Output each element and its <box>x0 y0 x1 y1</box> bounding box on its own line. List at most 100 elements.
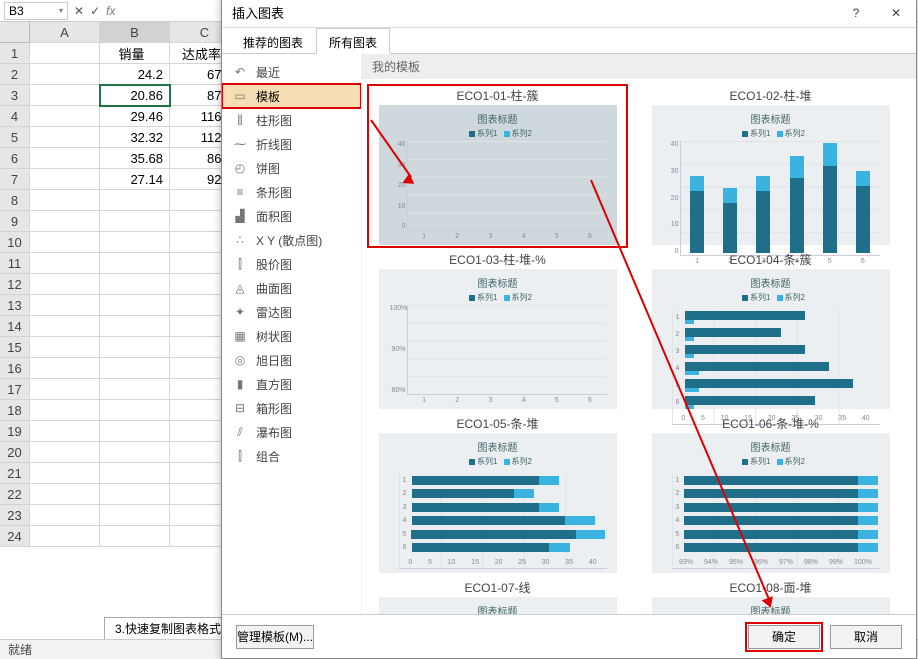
cell[interactable] <box>30 442 100 463</box>
category-item[interactable]: ⫽瀑布图 <box>222 420 361 444</box>
cell[interactable] <box>100 253 170 274</box>
cell[interactable] <box>100 274 170 295</box>
cell[interactable] <box>30 274 100 295</box>
row-header[interactable]: 21 <box>0 463 30 484</box>
row-header[interactable]: 16 <box>0 358 30 379</box>
row-header[interactable]: 15 <box>0 337 30 358</box>
cell[interactable] <box>100 484 170 505</box>
category-item[interactable]: ▟面积图 <box>222 204 361 228</box>
cell[interactable] <box>30 421 100 442</box>
select-all-corner[interactable] <box>0 22 30 43</box>
cell[interactable] <box>30 169 100 190</box>
ok-button[interactable]: 确定 <box>748 625 820 649</box>
template-item[interactable]: ECO1-01-柱-簇图表标题系列1系列2403020100123456 <box>370 87 625 245</box>
row-header[interactable]: 6 <box>0 148 30 169</box>
category-item[interactable]: ▮直方图 <box>222 372 361 396</box>
cell[interactable] <box>30 358 100 379</box>
row-header[interactable]: 23 <box>0 505 30 526</box>
category-item[interactable]: ◴饼图 <box>222 156 361 180</box>
cell[interactable] <box>30 127 100 148</box>
cell[interactable] <box>100 337 170 358</box>
row-header[interactable]: 22 <box>0 484 30 505</box>
help-button[interactable]: ? <box>836 0 876 27</box>
cell[interactable] <box>30 379 100 400</box>
template-item[interactable]: ECO1-04-条-簇图表标题系列1系列21234560510152025303… <box>643 251 898 409</box>
cell[interactable] <box>30 526 100 547</box>
cell[interactable]: 29.46 <box>100 106 170 127</box>
cell[interactable] <box>30 400 100 421</box>
close-button[interactable]: ✕ <box>876 0 916 27</box>
row-header[interactable]: 19 <box>0 421 30 442</box>
cell[interactable] <box>100 421 170 442</box>
dialog-titlebar[interactable]: 插入图表 ? ✕ <box>222 0 916 28</box>
row-header[interactable]: 12 <box>0 274 30 295</box>
template-item[interactable]: ECO1-05-条-堆图表标题系列1系列21234560510152025303… <box>370 415 625 573</box>
tab-recommended[interactable]: 推荐的图表 <box>230 28 316 53</box>
cell[interactable] <box>100 400 170 421</box>
category-item[interactable]: ▭模板 <box>222 84 361 108</box>
cell[interactable] <box>30 463 100 484</box>
cell[interactable]: 35.68 <box>100 148 170 169</box>
category-item[interactable]: ↶最近 <box>222 60 361 84</box>
cell[interactable] <box>30 148 100 169</box>
row-header[interactable]: 9 <box>0 211 30 232</box>
template-gallery[interactable]: ECO1-01-柱-簇图表标题系列1系列2403020100123456ECO1… <box>362 79 916 614</box>
row-header[interactable]: 10 <box>0 232 30 253</box>
manage-templates-button[interactable]: 管理模板(M)... <box>236 625 314 649</box>
cell[interactable]: 24.2 <box>100 64 170 85</box>
cell[interactable]: 20.86 <box>100 85 170 106</box>
row-header[interactable]: 4 <box>0 106 30 127</box>
category-item[interactable]: ▦树状图 <box>222 324 361 348</box>
row-header[interactable]: 8 <box>0 190 30 211</box>
cell[interactable] <box>100 379 170 400</box>
cell[interactable] <box>100 190 170 211</box>
col-header[interactable]: A <box>30 22 100 43</box>
cell[interactable] <box>30 106 100 127</box>
fx-icon[interactable]: fx <box>106 4 115 18</box>
cell[interactable] <box>100 526 170 547</box>
cell[interactable] <box>100 463 170 484</box>
cell[interactable] <box>100 295 170 316</box>
row-header[interactable]: 13 <box>0 295 30 316</box>
row-header[interactable]: 14 <box>0 316 30 337</box>
cell[interactable] <box>30 484 100 505</box>
row-header[interactable]: 24 <box>0 526 30 547</box>
category-item[interactable]: ✦雷达图 <box>222 300 361 324</box>
cancel-button[interactable]: 取消 <box>830 625 902 649</box>
cell[interactable]: 销量 <box>100 43 170 64</box>
cell[interactable] <box>30 295 100 316</box>
cell[interactable] <box>100 232 170 253</box>
row-header[interactable]: 18 <box>0 400 30 421</box>
name-box[interactable]: B3 ▾ <box>4 2 68 20</box>
template-item[interactable]: ECO1-07-线图表标题系列1系列2 <box>370 579 625 614</box>
row-header[interactable]: 2 <box>0 64 30 85</box>
cell[interactable]: 27.14 <box>100 169 170 190</box>
cell[interactable] <box>30 64 100 85</box>
cell[interactable] <box>100 505 170 526</box>
category-item[interactable]: ⫼柱形图 <box>222 108 361 132</box>
template-item[interactable]: ECO1-02-柱-堆图表标题系列1系列2403020100123456 <box>643 87 898 245</box>
category-item[interactable]: ∴X Y (散点图) <box>222 228 361 252</box>
cell[interactable] <box>30 253 100 274</box>
cell[interactable] <box>30 232 100 253</box>
cell[interactable] <box>100 442 170 463</box>
cell[interactable] <box>100 358 170 379</box>
cell[interactable] <box>100 316 170 337</box>
category-item[interactable]: ⫿组合 <box>222 444 361 468</box>
row-header[interactable]: 11 <box>0 253 30 274</box>
col-header[interactable]: B <box>100 22 170 43</box>
category-item[interactable]: ⊟箱形图 <box>222 396 361 420</box>
template-item[interactable]: ECO1-06-条-堆-%图表标题系列1系列212345693%94%95%96… <box>643 415 898 573</box>
cell[interactable] <box>30 43 100 64</box>
category-item[interactable]: ⁓折线图 <box>222 132 361 156</box>
template-item[interactable]: ECO1-08-面-堆图表标题系列1系列2 <box>643 579 898 614</box>
row-header[interactable]: 20 <box>0 442 30 463</box>
sheet-tab[interactable]: 3.快速复制图表格式 <box>104 617 232 639</box>
category-item[interactable]: ≡条形图 <box>222 180 361 204</box>
cell[interactable] <box>30 85 100 106</box>
row-header[interactable]: 5 <box>0 127 30 148</box>
row-header[interactable]: 3 <box>0 85 30 106</box>
cell[interactable] <box>30 505 100 526</box>
row-header[interactable]: 17 <box>0 379 30 400</box>
category-item[interactable]: ⫿股价图 <box>222 252 361 276</box>
